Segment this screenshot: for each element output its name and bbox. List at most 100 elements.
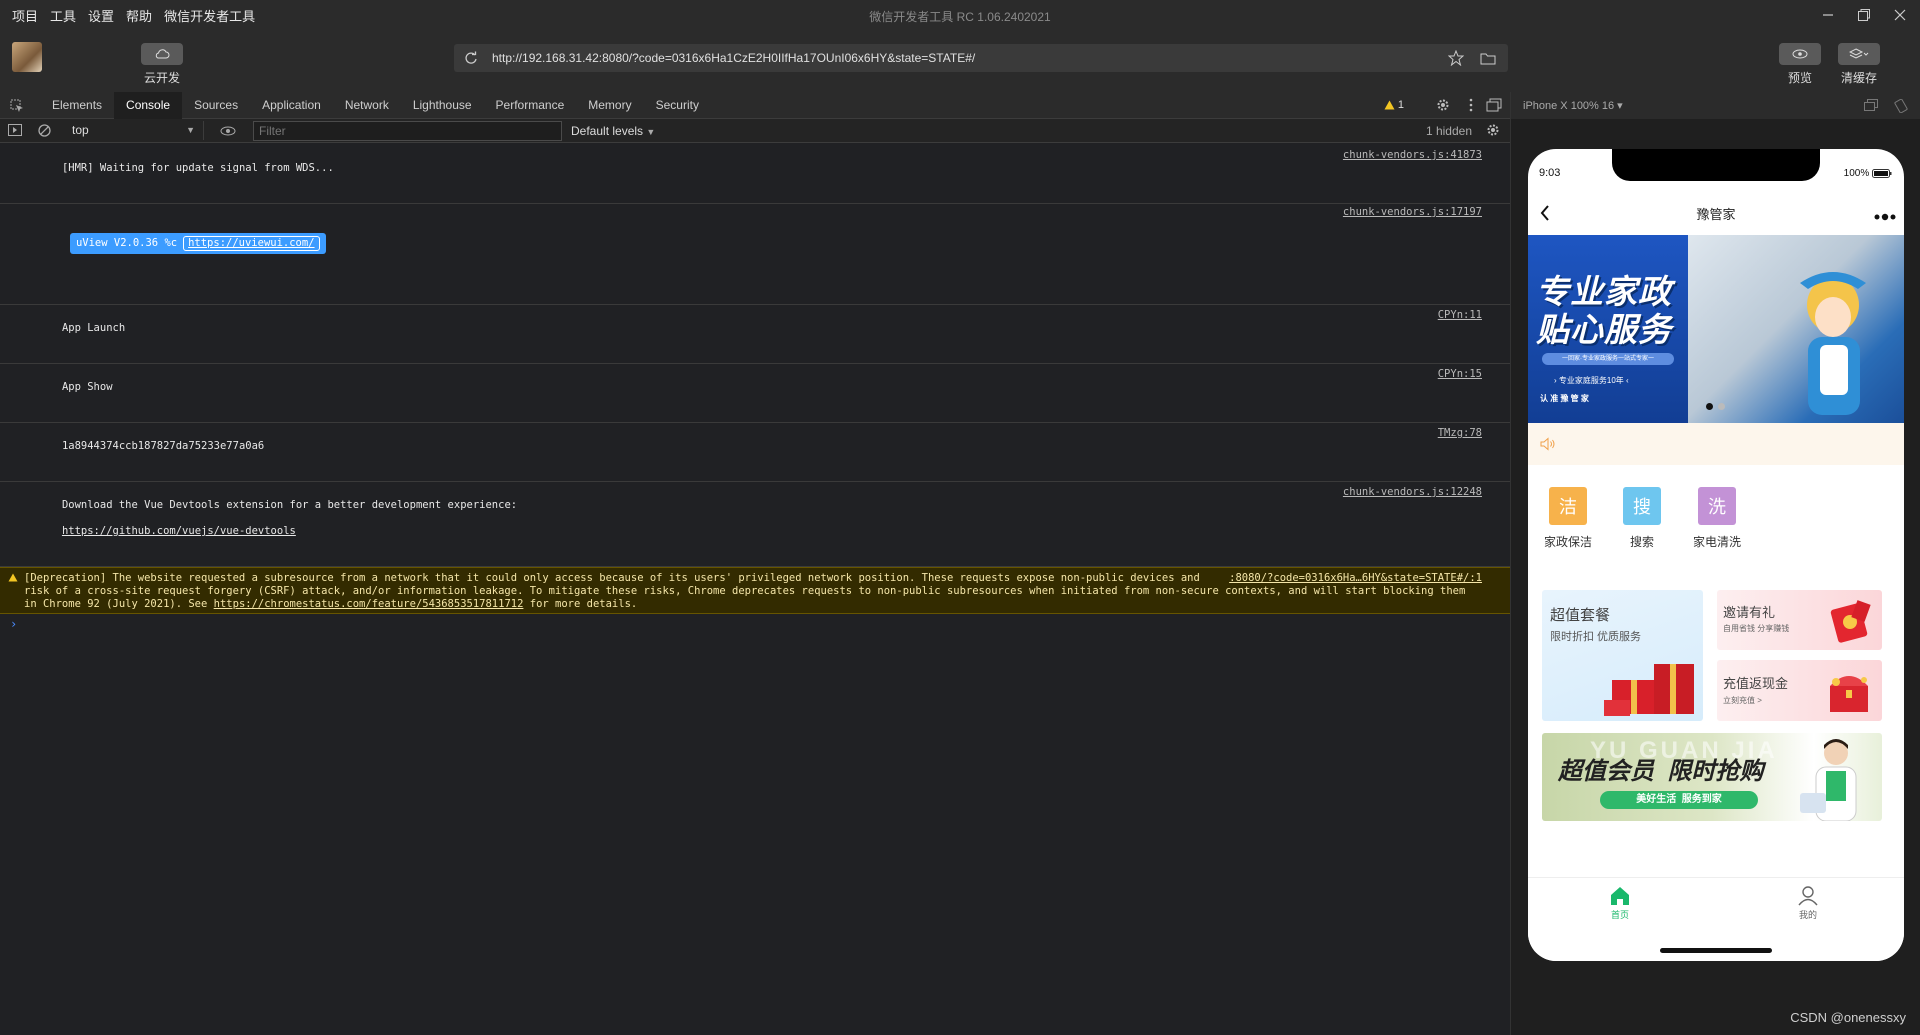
vue-devtools-link[interactable]: https://github.com/vuejs/vue-devtools bbox=[62, 525, 296, 537]
menu-bar: 项目 工具 设置 帮助 微信开发者工具 bbox=[0, 0, 1920, 30]
minimize-icon[interactable] bbox=[1810, 0, 1846, 30]
source-link[interactable]: :8080/?code=0316x6Ha…6HY&state=STATE#/:1 bbox=[1199, 572, 1482, 585]
device-select[interactable]: iPhone X 100% 16 ▾ bbox=[1523, 99, 1623, 112]
reload-icon[interactable] bbox=[464, 51, 478, 65]
levels-dropdown[interactable]: Default levels ▼ bbox=[571, 124, 655, 138]
close-icon[interactable] bbox=[1882, 0, 1918, 30]
message-text: Download the Vue Devtools extension for … bbox=[61, 499, 518, 511]
status-time: 9:03 bbox=[1539, 167, 1561, 179]
sidebar-toggle-icon[interactable] bbox=[8, 124, 22, 139]
back-icon[interactable] bbox=[1540, 205, 1550, 224]
folder-icon[interactable] bbox=[1480, 51, 1496, 70]
banner-carousel[interactable]: 专业家政 贴心服务 一回家·专业家政服务一站式专家一 › 专业家庭服务10年 ‹… bbox=[1528, 235, 1904, 423]
menu-help[interactable]: 帮助 bbox=[126, 6, 152, 25]
popout-icon[interactable] bbox=[1864, 99, 1878, 114]
menu-project[interactable]: 项目 bbox=[12, 6, 38, 25]
undock-icon[interactable] bbox=[1486, 98, 1502, 117]
console-prompt[interactable]: › bbox=[0, 614, 1510, 634]
context-select[interactable]: top ▼ bbox=[62, 121, 204, 140]
carousel-dot-active[interactable] bbox=[1706, 403, 1713, 410]
grid-item-cleaning[interactable]: 洁 家政保洁 bbox=[1528, 487, 1608, 550]
card-title: 邀请有礼 bbox=[1723, 605, 1776, 620]
star-icon[interactable] bbox=[1447, 49, 1465, 71]
more-dots-icon[interactable] bbox=[1874, 209, 1896, 224]
banner-tags: 认 准 豫 管 家 bbox=[1540, 394, 1589, 403]
console-output: [HMR] Waiting for update signal from WDS… bbox=[0, 143, 1510, 634]
warning-icon bbox=[1384, 100, 1395, 110]
promo-card-recharge[interactable]: 充值返现金 立刻充值 > bbox=[1717, 660, 1882, 721]
tab-mine[interactable]: 我的 bbox=[1778, 886, 1838, 921]
devtools-tabs: Elements Console Sources Application Net… bbox=[0, 91, 1510, 119]
restore-icon[interactable] bbox=[1846, 0, 1882, 30]
console-filter-bar: top ▼ Default levels ▼ 1 hidden bbox=[0, 119, 1510, 143]
clear-console-icon[interactable] bbox=[38, 124, 51, 140]
carousel-dot[interactable] bbox=[1718, 403, 1725, 410]
tab-bar: 首页 我的 bbox=[1528, 877, 1904, 961]
grid-item-search[interactable]: 搜 搜索 bbox=[1602, 487, 1682, 550]
grid-item-appliance-wash[interactable]: 洗 家电清洗 bbox=[1677, 487, 1757, 550]
clean-icon: 洁 bbox=[1549, 487, 1587, 525]
promo-card-package[interactable]: 超值套餐 限时折扣 优质服务 bbox=[1542, 590, 1703, 721]
menu-wechat-devtools[interactable]: 微信开发者工具 bbox=[164, 6, 255, 25]
eye-icon[interactable] bbox=[220, 125, 236, 139]
console-warning: [Deprecation] The website requested a su… bbox=[0, 567, 1510, 614]
message-text: 1a8944374ccb187827da75233e77a0a6 bbox=[61, 440, 265, 452]
cloud-dev-button[interactable]: 云开发 bbox=[141, 43, 183, 86]
menu-tools[interactable]: 工具 bbox=[50, 6, 76, 25]
uview-link[interactable]: https://uviewui.com/ bbox=[183, 236, 320, 251]
warning-counter[interactable]: 1 bbox=[1384, 99, 1404, 111]
banner-subtitle-2: › 专业家庭服务10年 ‹ bbox=[1554, 376, 1629, 385]
phone-screen: 9:03 100% 豫管家 专业家政 贴心服务 一回家·专业家政服务一站式专家一… bbox=[1528, 149, 1904, 961]
promo-card-invite[interactable]: 邀请有礼 自用省钱 分享赚钱 bbox=[1717, 590, 1882, 650]
context-value: top bbox=[72, 123, 89, 137]
tab-sources[interactable]: Sources bbox=[182, 92, 250, 119]
promo-banner-membership[interactable]: YU GUAN JIA 超值会员 限时抢购 美好生活 服务到家 bbox=[1542, 733, 1882, 821]
uview-banner: uView V2.0.36 %c https://uviewui.com/ bbox=[69, 233, 326, 254]
url-bar[interactable]: http://192.168.31.42:8080/?code=0316x6Ha… bbox=[454, 44, 1508, 72]
tab-network[interactable]: Network bbox=[333, 92, 401, 119]
avatar[interactable] bbox=[12, 42, 42, 72]
source-link[interactable]: CPYn:15 bbox=[1438, 368, 1482, 381]
user-icon bbox=[1798, 886, 1818, 906]
rotate-icon[interactable] bbox=[1894, 98, 1908, 116]
tab-application[interactable]: Application bbox=[250, 92, 333, 119]
clear-cache-button[interactable]: 清缓存 bbox=[1838, 43, 1880, 86]
notice-bar[interactable] bbox=[1528, 423, 1904, 465]
grid-label: 家电清洗 bbox=[1692, 535, 1741, 549]
chevron-down-icon: ▼ bbox=[186, 125, 195, 135]
warning-count: 1 bbox=[1397, 99, 1404, 111]
battery-icon bbox=[1872, 168, 1892, 178]
levels-value: Default levels bbox=[571, 124, 644, 138]
url-text[interactable]: http://192.168.31.42:8080/?code=0316x6Ha… bbox=[492, 51, 975, 65]
filter-input[interactable] bbox=[253, 121, 562, 141]
tab-elements[interactable]: Elements bbox=[40, 92, 114, 119]
console-settings-gear-icon[interactable] bbox=[1486, 123, 1500, 140]
card-subtitle: 自用省钱 分享赚钱 bbox=[1723, 624, 1790, 633]
wash-icon: 洗 bbox=[1698, 487, 1736, 525]
cloud-icon bbox=[141, 43, 183, 65]
tab-performance[interactable]: Performance bbox=[484, 92, 577, 119]
tab-lighthouse[interactable]: Lighthouse bbox=[401, 92, 484, 119]
console-message: 1a8944374ccb187827da75233e77a0a6 TMzg:78 bbox=[0, 423, 1510, 482]
tab-memory[interactable]: Memory bbox=[576, 92, 643, 119]
tab-home[interactable]: 首页 bbox=[1590, 886, 1650, 921]
inspect-element-icon[interactable] bbox=[10, 99, 24, 118]
uview-label: uView V2.0.36 %c bbox=[75, 237, 178, 249]
message-text: App Launch bbox=[61, 322, 126, 334]
menu-settings[interactable]: 设置 bbox=[88, 6, 114, 25]
tab-console[interactable]: Console bbox=[114, 91, 183, 119]
source-link[interactable]: chunk-vendors.js:12248 bbox=[1343, 486, 1482, 499]
preview-button[interactable]: 预览 bbox=[1779, 43, 1821, 86]
source-link[interactable]: chunk-vendors.js:41873 bbox=[1343, 149, 1482, 162]
source-link[interactable]: TMzg:78 bbox=[1438, 427, 1482, 440]
more-vertical-icon[interactable] bbox=[1468, 98, 1474, 117]
grid-label: 搜索 bbox=[1629, 535, 1654, 549]
source-link[interactable]: CPYn:11 bbox=[1438, 309, 1482, 322]
simulator-header: iPhone X 100% 16 ▾ bbox=[1511, 92, 1920, 119]
card-title: 超值套餐 bbox=[1550, 607, 1611, 624]
phone-notch bbox=[1612, 149, 1820, 181]
source-link[interactable]: chunk-vendors.js:17197 bbox=[1343, 206, 1482, 219]
gear-icon[interactable] bbox=[1436, 98, 1450, 117]
tab-security[interactable]: Security bbox=[644, 92, 711, 119]
chromestatus-link[interactable]: https://chromestatus.com/feature/5436853… bbox=[214, 598, 524, 610]
